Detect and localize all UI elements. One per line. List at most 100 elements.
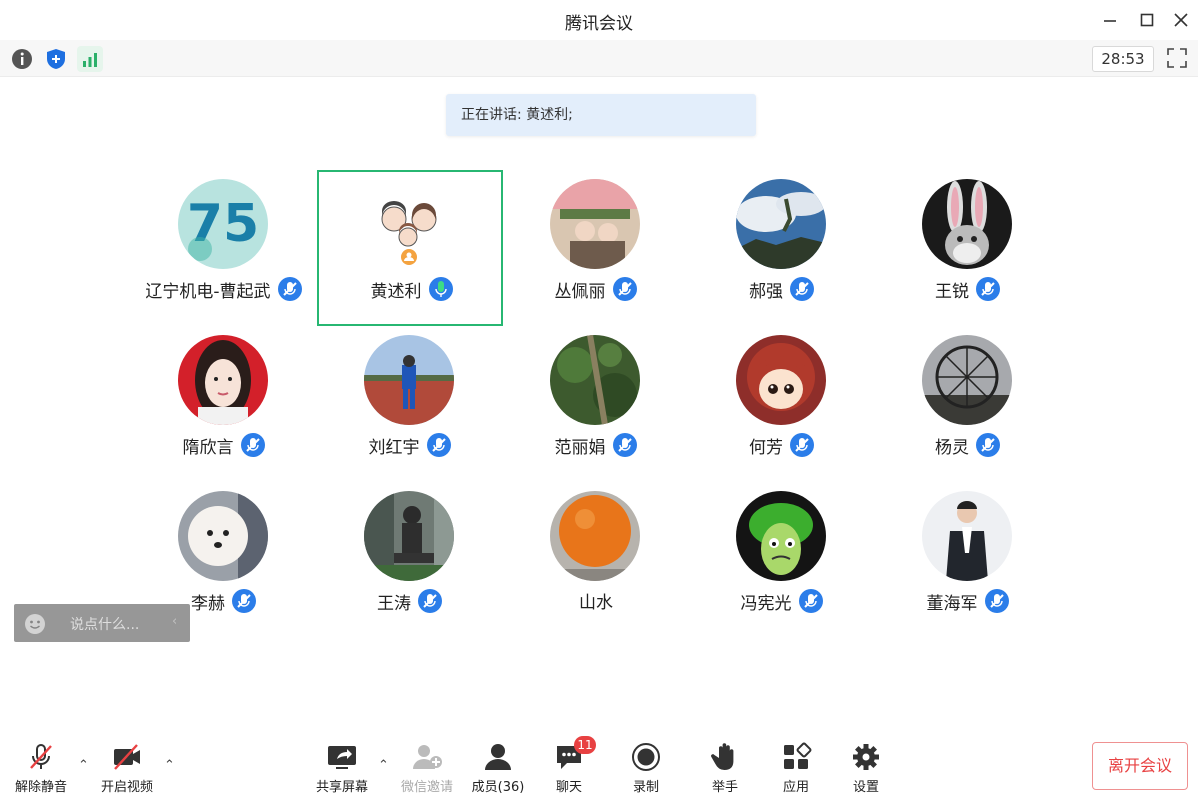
unmute-label: 解除静音 — [14, 780, 67, 795]
record-icon — [632, 743, 660, 771]
participant-name: 董海军 — [926, 593, 978, 614]
participant-name: 王涛 — [377, 593, 411, 614]
avatar — [922, 335, 1012, 425]
members-button[interactable]: 成员(36) — [463, 742, 533, 798]
avatar — [736, 335, 826, 425]
speaking-text: 正在讲话: 黄述利; — [461, 107, 573, 123]
participant-name: 何芳 — [749, 437, 783, 458]
avatar — [736, 179, 826, 269]
participant-name: 冯宪光 — [740, 593, 792, 614]
chat-button[interactable]: 11 聊天 — [534, 736, 604, 798]
participant-tile[interactable]: 何芳 — [689, 326, 875, 482]
members-icon — [485, 744, 511, 770]
participant-name: 郝强 — [749, 281, 783, 302]
share-screen-icon — [328, 746, 356, 769]
muted-mic-icon — [612, 433, 637, 457]
avatar — [550, 335, 640, 425]
muted-mic-icon — [790, 433, 814, 457]
fullscreen-icon — [1167, 48, 1187, 68]
start-video-button[interactable]: 开启视频 — [92, 742, 162, 798]
fullscreen-button[interactable] — [1166, 47, 1188, 69]
security-button[interactable] — [43, 46, 69, 72]
participant-name: 李赫 — [191, 593, 225, 614]
avatar: 75 — [178, 179, 268, 269]
settings-label: 设置 — [852, 780, 879, 795]
avatar — [364, 491, 454, 581]
participant-name: 杨灵 — [935, 437, 969, 458]
participant-tile[interactable]: 范丽娟 — [503, 326, 689, 482]
participant-tile[interactable]: 郝强 — [689, 170, 875, 326]
record-button[interactable]: 录制 — [611, 742, 681, 798]
muted-mic-icon — [798, 589, 823, 613]
participant-tile[interactable]: 隋欣言 — [131, 326, 317, 482]
apps-grid-icon — [784, 742, 812, 769]
muted-microphone-icon — [30, 744, 52, 769]
wechat-invite-label: 微信邀请 — [400, 780, 453, 795]
window-title: 腾讯会议 — [565, 14, 633, 34]
avatar — [922, 179, 1012, 269]
maximize-icon — [1140, 13, 1154, 27]
muted-mic-icon — [612, 277, 637, 301]
participant-name: 隋欣言 — [182, 437, 234, 458]
video-options-chevron-icon[interactable]: ⌃ — [164, 758, 180, 774]
chat-quick-input[interactable]: 说点什么... ‹ — [14, 604, 190, 642]
participant-tile[interactable]: 王涛 — [317, 482, 503, 638]
apps-label: 应用 — [782, 780, 809, 795]
avatar — [550, 179, 640, 269]
avatar — [550, 491, 640, 581]
participant-tile[interactable]: 王锐 — [875, 170, 1061, 326]
share-screen-label: 共享屏幕 — [315, 780, 368, 795]
leave-meeting-button[interactable]: 离开会议 — [1092, 742, 1188, 790]
invite-user-icon — [413, 745, 442, 769]
participant-tile[interactable]: 刘红宇 — [317, 326, 503, 482]
chat-unread-badge: 11 — [574, 736, 596, 754]
video-off-icon — [114, 744, 140, 770]
muted-mic-icon — [984, 589, 1009, 613]
avatar — [736, 491, 826, 581]
raise-hand-button[interactable]: 举手 — [690, 742, 760, 798]
meeting-timer: 28:53 — [1092, 46, 1154, 72]
avatar — [178, 491, 268, 581]
avatar — [364, 335, 454, 425]
muted-mic-icon — [976, 433, 1000, 457]
network-status-button[interactable] — [77, 46, 103, 72]
avatar — [364, 179, 454, 269]
start-video-label: 开启视频 — [100, 780, 153, 795]
gear-icon — [853, 744, 879, 770]
close-window-button[interactable] — [1168, 8, 1194, 32]
info-icon — [12, 49, 32, 69]
status-bar: 28:53 — [0, 40, 1198, 77]
muted-mic-icon — [426, 433, 451, 457]
participant-name: 山水 — [579, 593, 613, 613]
speaking-banner: 正在讲话: 黄述利; — [446, 94, 756, 136]
settings-button[interactable]: 设置 — [831, 742, 901, 798]
unmute-button[interactable]: 解除静音 — [6, 742, 76, 798]
participant-name: 辽宁机电-曹起武 — [145, 281, 271, 302]
chat-placeholder: 说点什么... — [70, 617, 140, 633]
muted-mic-icon — [240, 433, 265, 457]
muted-mic-icon — [232, 589, 256, 613]
participant-tile-active[interactable]: 黄述利 — [317, 170, 503, 326]
raise-hand-icon — [711, 743, 734, 770]
avatar — [922, 491, 1012, 581]
wechat-invite-button[interactable]: 微信邀请 — [392, 742, 462, 798]
participant-tile[interactable]: 冯宪光 — [689, 482, 875, 638]
apps-button[interactable]: 应用 — [761, 742, 831, 798]
chat-label: 聊天 — [555, 780, 582, 795]
participant-tile[interactable]: 丛佩丽 — [503, 170, 689, 326]
minimize-icon — [1104, 20, 1116, 22]
minimize-button[interactable] — [1097, 8, 1123, 32]
participant-name: 王锐 — [935, 281, 969, 302]
participant-tile[interactable]: 山水 — [503, 482, 689, 638]
maximize-button[interactable] — [1134, 8, 1160, 32]
avatar — [178, 335, 268, 425]
participant-tile[interactable]: 75 辽宁机电-曹起武 — [131, 170, 317, 326]
info-button[interactable] — [9, 46, 35, 72]
participant-name: 范丽娟 — [554, 437, 606, 458]
network-signal-icon — [83, 53, 97, 67]
participant-tile[interactable]: 杨灵 — [875, 326, 1061, 482]
collapse-chevron-icon[interactable]: ‹ — [172, 614, 177, 629]
share-screen-button[interactable]: 共享屏幕 — [307, 742, 377, 798]
participant-tile[interactable]: 董海军 — [875, 482, 1061, 638]
raise-hand-label: 举手 — [711, 780, 738, 795]
